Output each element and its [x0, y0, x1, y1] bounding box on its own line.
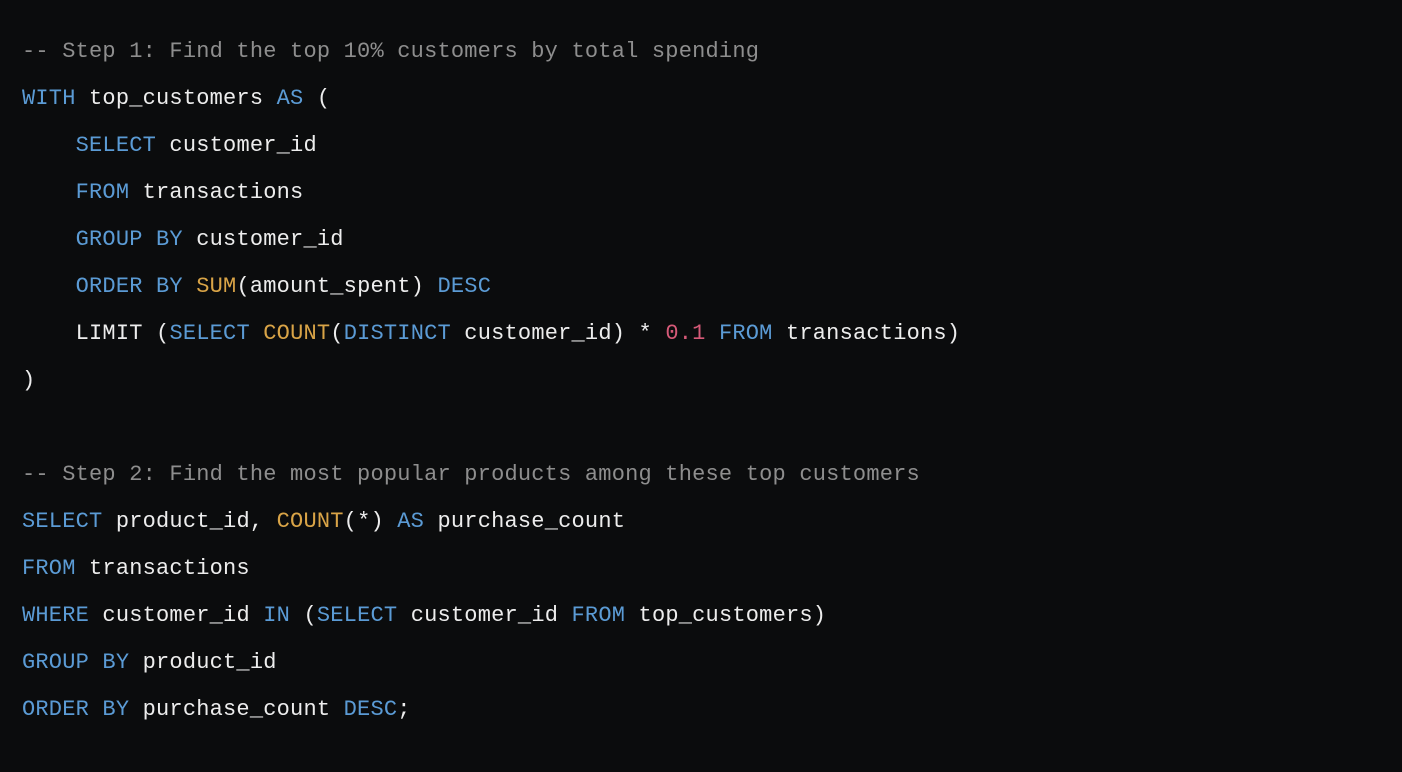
- code-token: [22, 274, 76, 299]
- code-token: [22, 133, 76, 158]
- code-token: product_id: [129, 650, 276, 675]
- code-line: ): [22, 368, 35, 393]
- code-token: FROM: [76, 180, 130, 205]
- code-line: SELECT product_id, COUNT(*) AS purchase_…: [22, 509, 625, 534]
- code-token: (: [290, 603, 317, 628]
- code-token: IN: [263, 603, 290, 628]
- code-token: 0.1: [665, 321, 705, 346]
- code-token: [22, 227, 76, 252]
- code-token: top_customers): [625, 603, 826, 628]
- code-token: WHERE: [22, 603, 89, 628]
- code-token: -- Step 1: Find the top 10% customers by…: [22, 39, 759, 64]
- code-token: customer_id: [89, 603, 263, 628]
- code-token: COUNT: [277, 509, 344, 534]
- code-line: GROUP BY product_id: [22, 650, 277, 675]
- code-token: DESC: [344, 697, 398, 722]
- code-token: FROM: [719, 321, 773, 346]
- code-line: LIMIT (SELECT COUNT(DISTINCT customer_id…: [22, 321, 960, 346]
- code-token: [22, 180, 76, 205]
- code-token: [183, 274, 196, 299]
- code-line: SELECT customer_id: [22, 133, 317, 158]
- code-line: ORDER BY purchase_count DESC;: [22, 697, 411, 722]
- code-token: SUM: [196, 274, 236, 299]
- code-line: FROM transactions: [22, 556, 250, 581]
- code-token: purchase_count: [129, 697, 343, 722]
- code-token: customer_id: [397, 603, 571, 628]
- code-token: [250, 321, 263, 346]
- code-token: ): [22, 368, 35, 393]
- code-token: SELECT: [317, 603, 397, 628]
- code-line: WITH top_customers AS (: [22, 86, 330, 111]
- code-token: AS: [397, 509, 424, 534]
- code-token: ORDER BY: [76, 274, 183, 299]
- code-token: WITH: [22, 86, 76, 111]
- code-line: GROUP BY customer_id: [22, 227, 344, 252]
- code-token: GROUP BY: [76, 227, 183, 252]
- code-token: top_customers: [76, 86, 277, 111]
- code-token: (amount_spent): [236, 274, 437, 299]
- code-token: FROM: [572, 603, 626, 628]
- code-token: customer_id: [183, 227, 344, 252]
- code-token: ORDER BY: [22, 697, 129, 722]
- code-token: LIMIT (: [22, 321, 169, 346]
- code-token: AS: [277, 86, 304, 111]
- code-token: transactions: [129, 180, 303, 205]
- code-token: ;: [397, 697, 410, 722]
- code-line: -- Step 2: Find the most popular product…: [22, 462, 920, 487]
- code-token: SELECT: [76, 133, 156, 158]
- code-token: SELECT: [169, 321, 249, 346]
- code-token: DESC: [438, 274, 492, 299]
- code-token: purchase_count: [424, 509, 625, 534]
- code-token: FROM: [22, 556, 76, 581]
- code-token: product_id,: [102, 509, 276, 534]
- code-token: customer_id) *: [451, 321, 665, 346]
- code-token: [706, 321, 719, 346]
- code-token: (*): [344, 509, 398, 534]
- code-token: COUNT: [263, 321, 330, 346]
- code-token: (: [303, 86, 330, 111]
- code-token: customer_id: [156, 133, 317, 158]
- code-token: (: [330, 321, 343, 346]
- code-token: DISTINCT: [344, 321, 451, 346]
- code-line: ORDER BY SUM(amount_spent) DESC: [22, 274, 491, 299]
- code-token: GROUP BY: [22, 650, 129, 675]
- code-token: transactions): [773, 321, 961, 346]
- code-line: WHERE customer_id IN (SELECT customer_id…: [22, 603, 826, 628]
- code-token: -- Step 2: Find the most popular product…: [22, 462, 920, 487]
- code-line: -- Step 1: Find the top 10% customers by…: [22, 39, 759, 64]
- code-token: transactions: [76, 556, 250, 581]
- sql-code-block[interactable]: -- Step 1: Find the top 10% customers by…: [0, 0, 1402, 761]
- code-line: FROM transactions: [22, 180, 303, 205]
- code-token: SELECT: [22, 509, 102, 534]
